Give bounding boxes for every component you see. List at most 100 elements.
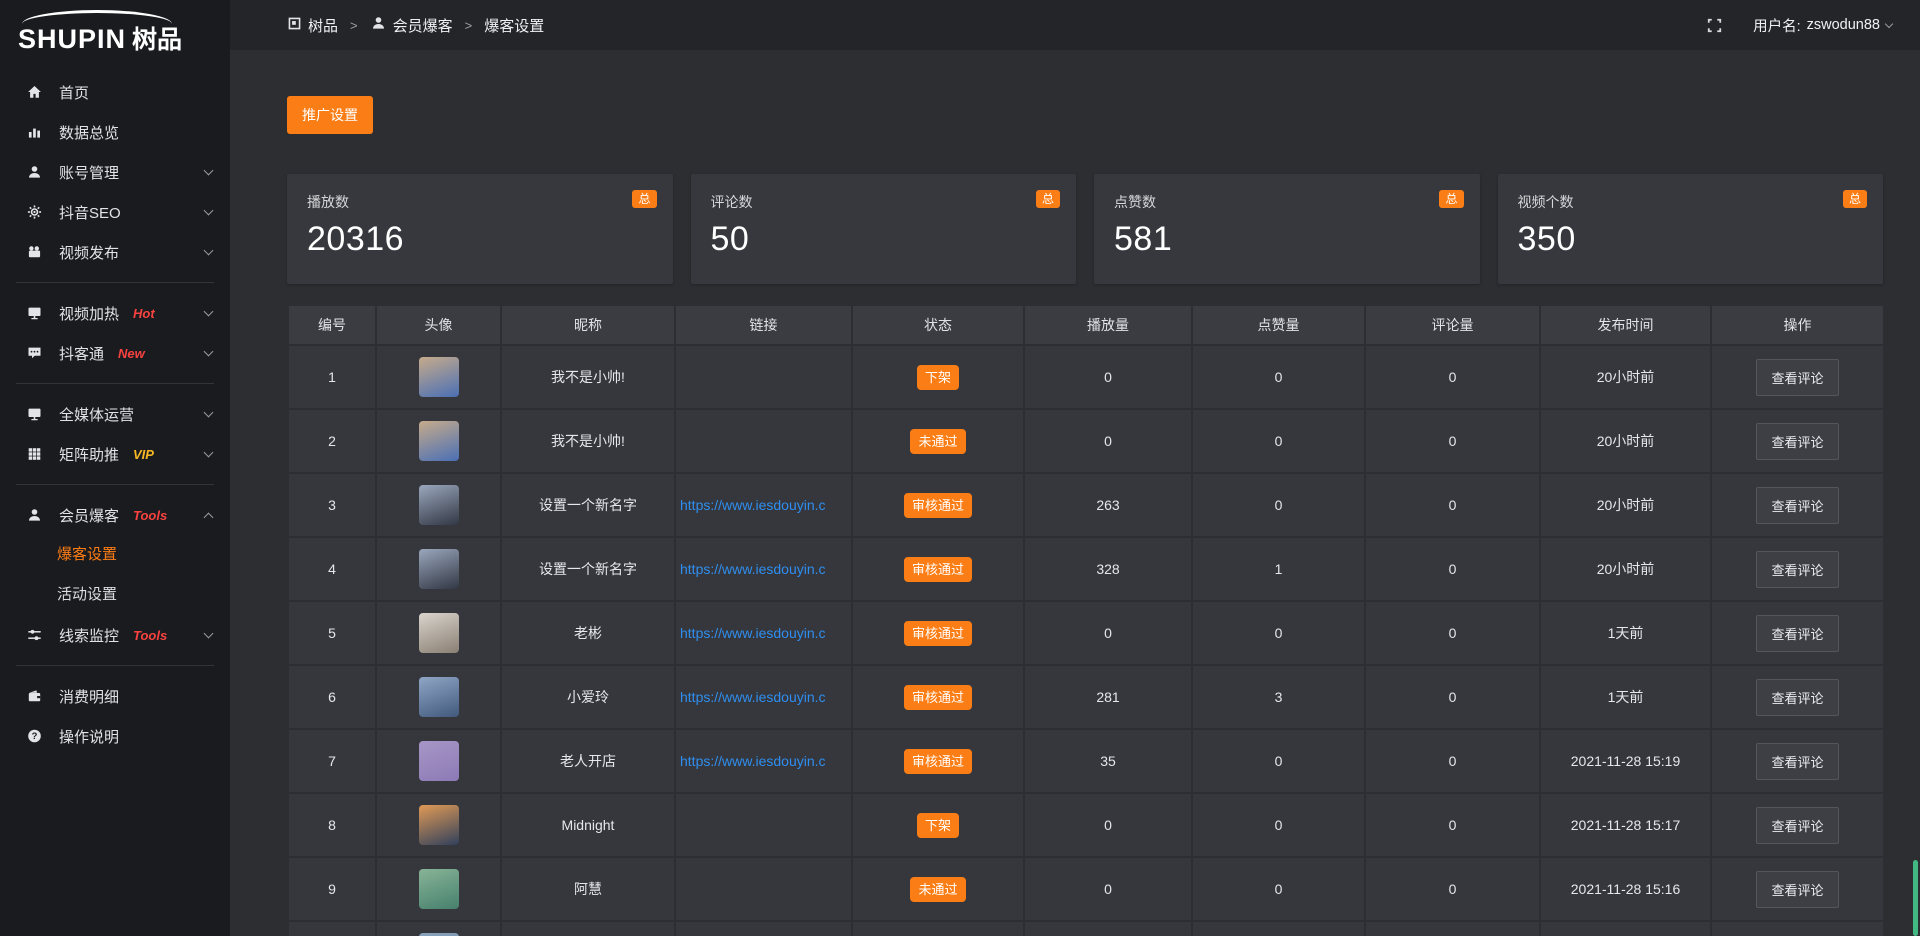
cell-actions: 查看评论	[1711, 409, 1884, 473]
breadcrumb-item[interactable]: 会员爆客	[370, 15, 453, 36]
view-comments-button[interactable]: 查看评论	[1756, 487, 1838, 524]
sidebar-item-omni-media-operation[interactable]: 全媒体运营	[0, 394, 230, 434]
cell-actions: 查看评论	[1711, 729, 1884, 793]
sidebar-item-label: 抖音SEO	[59, 202, 121, 223]
logo-arc	[22, 10, 172, 24]
chart-icon	[26, 124, 44, 140]
monitor-icon	[26, 406, 44, 422]
sidebar-item-operation-guide[interactable]: ?操作说明	[0, 716, 230, 756]
sidebar-item-tag: Tools	[133, 508, 167, 523]
cell-publish-time: 1天前	[1540, 665, 1711, 729]
sidebar-item-member-baoke[interactable]: 会员爆客Tools	[0, 495, 230, 535]
column-header: 头像	[376, 305, 501, 345]
promotion-settings-button[interactable]: 推广设置	[287, 96, 373, 134]
cell-comments: 0	[1365, 793, 1540, 857]
stat-card: 点赞数总581	[1094, 174, 1480, 284]
view-comments-button[interactable]: 查看评论	[1756, 743, 1838, 780]
video-link[interactable]: https://www.iesdouyin.c	[680, 497, 847, 513]
cell-nickname	[501, 921, 675, 936]
column-header: 编号	[288, 305, 376, 345]
stat-card: 评论数总50	[691, 174, 1077, 284]
total-badge: 总	[632, 190, 656, 208]
monitor-icon	[26, 305, 44, 321]
sidebar-item-data-overview[interactable]: 数据总览	[0, 112, 230, 152]
view-comments-button[interactable]: 查看评论	[1756, 359, 1838, 396]
status-badge: 审核通过	[904, 685, 972, 710]
view-comments-button[interactable]: 查看评论	[1756, 423, 1838, 460]
status-badge: 下架	[917, 365, 959, 390]
cell-avatar	[376, 729, 501, 793]
view-comments-button[interactable]: 查看评论	[1756, 871, 1838, 908]
breadcrumb-item[interactable]: 爆客设置	[484, 15, 544, 36]
cell-status: 审核通过	[852, 601, 1024, 665]
cell-likes: 3	[1192, 665, 1365, 729]
gear-icon	[26, 204, 44, 220]
cell-index: 9	[288, 857, 376, 921]
sidebar-item-account-management[interactable]: 账号管理	[0, 152, 230, 192]
video-link[interactable]: https://www.iesdouyin.c	[680, 753, 847, 769]
sidebar-item-label: 视频发布	[59, 242, 119, 263]
cell-likes: 1	[1192, 537, 1365, 601]
view-comments-button[interactable]: 查看评论	[1756, 551, 1838, 588]
cell-nickname: 我不是小帅!	[501, 345, 675, 409]
cell-link	[675, 409, 852, 473]
breadcrumb-item-label: 树品	[308, 15, 338, 36]
cell-comments: 0	[1365, 857, 1540, 921]
view-comments-button[interactable]: 查看评论	[1756, 679, 1838, 716]
sidebar-item-clue-monitoring[interactable]: 线索监控Tools	[0, 615, 230, 655]
cell-nickname: 小爱玲	[501, 665, 675, 729]
cell-plays: 35	[1024, 729, 1192, 793]
sidebar-item-label: 数据总览	[59, 122, 119, 143]
sidebar-subitem-activity-settings[interactable]: 活动设置	[0, 575, 230, 615]
app-root: SHUPIN树品 首页数据总览账号管理抖音SEO视频发布视频加热Hot抖客通Ne…	[0, 0, 1920, 936]
stat-card-value: 20316	[307, 220, 653, 259]
table-row: 2我不是小帅!未通过00020小时前查看评论	[288, 409, 1884, 473]
sidebar-item-matrix-boost[interactable]: 矩阵助推VIP	[0, 434, 230, 474]
sidebar-item-video-heating[interactable]: 视频加热Hot	[0, 293, 230, 333]
sidebar-item-douketong[interactable]: 抖客通New	[0, 333, 230, 373]
cell-actions: 查看评论	[1711, 857, 1884, 921]
chevron-down-icon	[204, 347, 214, 357]
sidebar-item-douyin-seo[interactable]: 抖音SEO	[0, 192, 230, 232]
cell-index: 8	[288, 793, 376, 857]
cell-avatar	[376, 409, 501, 473]
cell-comments: 0	[1365, 473, 1540, 537]
cell-plays: 0	[1024, 601, 1192, 665]
cell-index: 4	[288, 537, 376, 601]
total-badge: 总	[1843, 190, 1867, 208]
breadcrumb-item[interactable]: 树品	[287, 15, 338, 36]
sidebar-item-home[interactable]: 首页	[0, 72, 230, 112]
cell-comments: 0	[1365, 601, 1540, 665]
view-comments-button[interactable]: 查看评论	[1756, 615, 1838, 652]
sidebar-item-video-publish[interactable]: 视频发布	[0, 232, 230, 272]
video-link[interactable]: https://www.iesdouyin.c	[680, 561, 847, 577]
cell-avatar	[376, 345, 501, 409]
sliders-icon	[26, 627, 44, 643]
view-comments-button[interactable]: 查看评论	[1756, 807, 1838, 844]
sidebar-item-label: 视频加热	[59, 303, 119, 324]
video-link[interactable]: https://www.iesdouyin.c	[680, 689, 847, 705]
sidebar-item-label: 操作说明	[59, 726, 119, 747]
cell-avatar	[376, 601, 501, 665]
column-header: 操作	[1711, 305, 1884, 345]
fullscreen-icon[interactable]	[1706, 17, 1723, 34]
cell-comments: 0	[1365, 345, 1540, 409]
videos-table: 编号头像昵称链接状态播放量点赞量评论量发布时间操作 1我不是小帅!下架00020…	[287, 304, 1885, 936]
status-badge: 审核通过	[904, 493, 972, 518]
table-row: 4设置一个新名字https://www.iesdouyin.c审核通过32810…	[288, 537, 1884, 601]
table-row: 6小爱玲https://www.iesdouyin.c审核通过281301天前查…	[288, 665, 1884, 729]
cell-index: 2	[288, 409, 376, 473]
vertical-scrollbar-thumb[interactable]	[1913, 860, 1918, 936]
cell-publish-time	[1540, 921, 1711, 936]
table-row: 8Midnight下架0002021-11-28 15:17查看评论	[288, 793, 1884, 857]
username-dropdown[interactable]: 用户名: zswodun88	[1753, 15, 1892, 36]
sidebar-item-consumption-detail[interactable]: 消费明细	[0, 676, 230, 716]
cell-plays: 0	[1024, 857, 1192, 921]
sidebar-subitem-baoke-settings[interactable]: 爆客设置	[0, 535, 230, 575]
cell-status: 下架	[852, 345, 1024, 409]
video-link[interactable]: https://www.iesdouyin.c	[680, 625, 847, 641]
cell-avatar	[376, 921, 501, 936]
cell-comments: 0	[1365, 409, 1540, 473]
cell-status	[852, 921, 1024, 936]
avatar	[419, 741, 459, 781]
